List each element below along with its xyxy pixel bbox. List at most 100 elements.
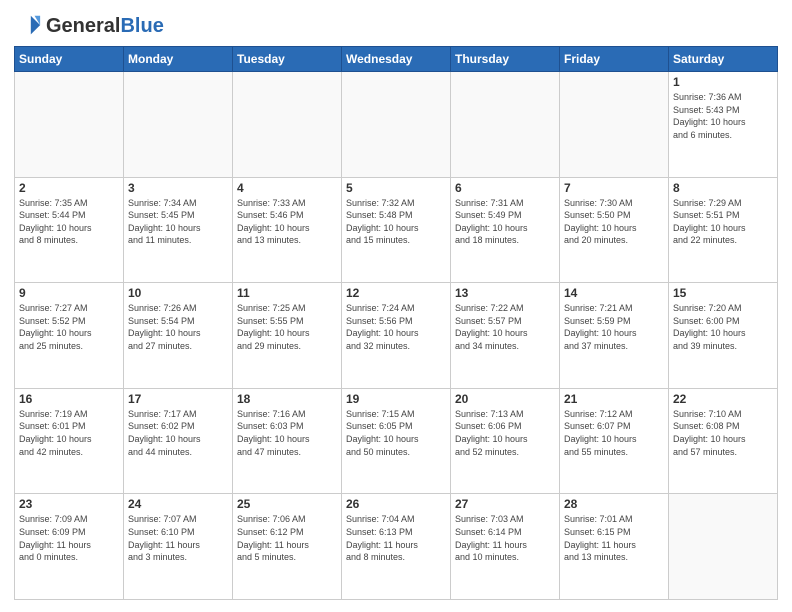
day-cell: 12 Sunrise: 7:24 AM Sunset: 5:56 PM Dayli… — [342, 283, 451, 389]
day-header-thursday: Thursday — [451, 47, 560, 72]
day-cell: 4 Sunrise: 7:33 AM Sunset: 5:46 PM Daylig… — [233, 177, 342, 283]
day-cell: 14Sunrise: 7:21 AM Sunset: 5:59 PM Dayli… — [560, 283, 669, 389]
day-cell — [560, 72, 669, 178]
day-number: 20 — [455, 392, 555, 406]
day-info: Sunrise: 7:04 AM Sunset: 6:13 PM Dayligh… — [346, 513, 446, 563]
day-info: Sunrise: 7:31 AM Sunset: 5:49 PM Dayligh… — [455, 197, 555, 247]
day-number: 19 — [346, 392, 446, 406]
day-header-friday: Friday — [560, 47, 669, 72]
day-info: Sunrise: 7:06 AM Sunset: 6:12 PM Dayligh… — [237, 513, 337, 563]
day-number: 23 — [19, 497, 119, 511]
day-info: Sunrise: 7:25 AM Sunset: 5:55 PM Dayligh… — [237, 302, 337, 352]
day-info: Sunrise: 7:03 AM Sunset: 6:14 PM Dayligh… — [455, 513, 555, 563]
day-info: Sunrise: 7:01 AM Sunset: 6:15 PM Dayligh… — [564, 513, 664, 563]
day-info: Sunrise: 7:19 AM Sunset: 6:01 PM Dayligh… — [19, 408, 119, 458]
day-info: Sunrise: 7:36 AM Sunset: 5:43 PM Dayligh… — [673, 91, 773, 141]
logo-text: GeneralBlue — [46, 16, 164, 36]
day-header-monday: Monday — [124, 47, 233, 72]
day-info: Sunrise: 7:26 AM Sunset: 5:54 PM Dayligh… — [128, 302, 228, 352]
day-info: Sunrise: 7:27 AM Sunset: 5:52 PM Dayligh… — [19, 302, 119, 352]
day-cell: 25 Sunrise: 7:06 AM Sunset: 6:12 PM Dayli… — [233, 494, 342, 600]
day-info: Sunrise: 7:12 AM Sunset: 6:07 PM Dayligh… — [564, 408, 664, 458]
day-cell — [342, 72, 451, 178]
day-number: 16 — [19, 392, 119, 406]
day-cell: 1 Sunrise: 7:36 AM Sunset: 5:43 PM Daylig… — [669, 72, 778, 178]
day-cell: 23 Sunrise: 7:09 AM Sunset: 6:09 PM Dayli… — [15, 494, 124, 600]
day-header-saturday: Saturday — [669, 47, 778, 72]
day-number: 11 — [237, 286, 337, 300]
day-number: 2 — [19, 181, 119, 195]
logo: GeneralBlue — [14, 12, 164, 40]
day-cell: 5 Sunrise: 7:32 AM Sunset: 5:48 PM Daylig… — [342, 177, 451, 283]
day-info: Sunrise: 7:32 AM Sunset: 5:48 PM Dayligh… — [346, 197, 446, 247]
day-number: 21 — [564, 392, 664, 406]
day-number: 5 — [346, 181, 446, 195]
day-cell: 8 Sunrise: 7:29 AM Sunset: 5:51 PM Daylig… — [669, 177, 778, 283]
day-number: 14 — [564, 286, 664, 300]
day-cell: 9 Sunrise: 7:27 AM Sunset: 5:52 PM Daylig… — [15, 283, 124, 389]
day-info: Sunrise: 7:09 AM Sunset: 6:09 PM Dayligh… — [19, 513, 119, 563]
week-row-4: 16 Sunrise: 7:19 AM Sunset: 6:01 PM Dayli… — [15, 388, 778, 494]
day-info: Sunrise: 7:17 AM Sunset: 6:02 PM Dayligh… — [128, 408, 228, 458]
day-info: Sunrise: 7:13 AM Sunset: 6:06 PM Dayligh… — [455, 408, 555, 458]
day-number: 8 — [673, 181, 773, 195]
day-cell — [233, 72, 342, 178]
day-cell: 11 Sunrise: 7:25 AM Sunset: 5:55 PM Dayli… — [233, 283, 342, 389]
day-info: Sunrise: 7:35 AM Sunset: 5:44 PM Dayligh… — [19, 197, 119, 247]
day-number: 9 — [19, 286, 119, 300]
day-cell — [15, 72, 124, 178]
day-cell: 21 Sunrise: 7:12 AM Sunset: 6:07 PM Dayli… — [560, 388, 669, 494]
day-cell: 20 Sunrise: 7:13 AM Sunset: 6:06 PM Dayli… — [451, 388, 560, 494]
day-cell: 18Sunrise: 7:16 AM Sunset: 6:03 PM Dayli… — [233, 388, 342, 494]
day-cell: 13 Sunrise: 7:22 AM Sunset: 5:57 PM Dayli… — [451, 283, 560, 389]
day-header-sunday: Sunday — [15, 47, 124, 72]
day-number: 26 — [346, 497, 446, 511]
day-number: 27 — [455, 497, 555, 511]
day-cell: 15Sunrise: 7:20 AM Sunset: 6:00 PM Dayli… — [669, 283, 778, 389]
day-number: 3 — [128, 181, 228, 195]
day-info: Sunrise: 7:33 AM Sunset: 5:46 PM Dayligh… — [237, 197, 337, 247]
day-cell — [124, 72, 233, 178]
day-cell: 10 Sunrise: 7:26 AM Sunset: 5:54 PM Dayli… — [124, 283, 233, 389]
day-number: 7 — [564, 181, 664, 195]
week-row-3: 9 Sunrise: 7:27 AM Sunset: 5:52 PM Daylig… — [15, 283, 778, 389]
day-cell: 2 Sunrise: 7:35 AM Sunset: 5:44 PM Daylig… — [15, 177, 124, 283]
day-cell: 6 Sunrise: 7:31 AM Sunset: 5:49 PM Daylig… — [451, 177, 560, 283]
day-cell — [451, 72, 560, 178]
day-number: 10 — [128, 286, 228, 300]
day-info: Sunrise: 7:22 AM Sunset: 5:57 PM Dayligh… — [455, 302, 555, 352]
page: GeneralBlue SundayMondayTuesdayWednesday… — [0, 0, 792, 612]
day-number: 13 — [455, 286, 555, 300]
day-number: 25 — [237, 497, 337, 511]
day-number: 4 — [237, 181, 337, 195]
header: GeneralBlue — [14, 12, 778, 40]
day-header-wednesday: Wednesday — [342, 47, 451, 72]
week-row-1: 1 Sunrise: 7:36 AM Sunset: 5:43 PM Daylig… — [15, 72, 778, 178]
day-cell: 17Sunrise: 7:17 AM Sunset: 6:02 PM Dayli… — [124, 388, 233, 494]
week-row-5: 23 Sunrise: 7:09 AM Sunset: 6:09 PM Dayli… — [15, 494, 778, 600]
days-header-row: SundayMondayTuesdayWednesdayThursdayFrid… — [15, 47, 778, 72]
day-info: Sunrise: 7:15 AM Sunset: 6:05 PM Dayligh… — [346, 408, 446, 458]
day-number: 18 — [237, 392, 337, 406]
day-number: 6 — [455, 181, 555, 195]
day-cell: 19 Sunrise: 7:15 AM Sunset: 6:05 PM Dayli… — [342, 388, 451, 494]
day-number: 24 — [128, 497, 228, 511]
day-cell: 27 Sunrise: 7:03 AM Sunset: 6:14 PM Dayli… — [451, 494, 560, 600]
day-number: 22 — [673, 392, 773, 406]
day-number: 12 — [346, 286, 446, 300]
day-info: Sunrise: 7:10 AM Sunset: 6:08 PM Dayligh… — [673, 408, 773, 458]
day-number: 1 — [673, 75, 773, 89]
day-cell — [669, 494, 778, 600]
day-cell: 26 Sunrise: 7:04 AM Sunset: 6:13 PM Dayli… — [342, 494, 451, 600]
day-cell: 3 Sunrise: 7:34 AM Sunset: 5:45 PM Daylig… — [124, 177, 233, 283]
day-info: Sunrise: 7:29 AM Sunset: 5:51 PM Dayligh… — [673, 197, 773, 247]
day-info: Sunrise: 7:30 AM Sunset: 5:50 PM Dayligh… — [564, 197, 664, 247]
day-cell: 22 Sunrise: 7:10 AM Sunset: 6:08 PM Dayli… — [669, 388, 778, 494]
logo-icon — [14, 12, 42, 40]
day-header-tuesday: Tuesday — [233, 47, 342, 72]
day-info: Sunrise: 7:34 AM Sunset: 5:45 PM Dayligh… — [128, 197, 228, 247]
day-cell: 28Sunrise: 7:01 AM Sunset: 6:15 PM Dayli… — [560, 494, 669, 600]
day-cell: 7 Sunrise: 7:30 AM Sunset: 5:50 PM Daylig… — [560, 177, 669, 283]
day-info: Sunrise: 7:07 AM Sunset: 6:10 PM Dayligh… — [128, 513, 228, 563]
day-info: Sunrise: 7:24 AM Sunset: 5:56 PM Dayligh… — [346, 302, 446, 352]
